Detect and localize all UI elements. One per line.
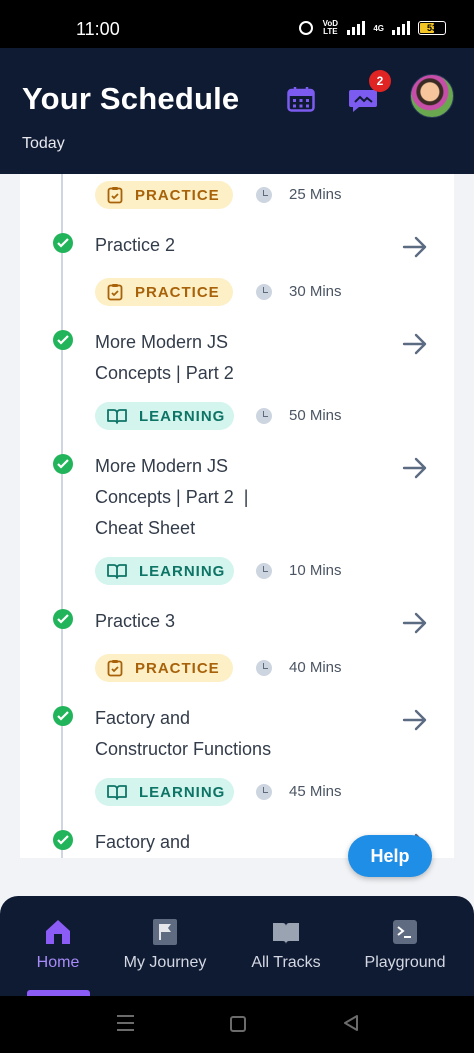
learning-tag: LEARNING (95, 557, 234, 585)
item-title: Factory and Constructor Functions (95, 708, 272, 759)
clock-icon (256, 660, 272, 676)
clock-icon (256, 563, 272, 579)
help-button[interactable]: Help (348, 835, 432, 877)
system-nav-bar (0, 996, 474, 1053)
check-icon (53, 233, 73, 253)
status-bar: 11:00 VoD LTE 4G 53 (0, 0, 474, 48)
clock-icon (256, 187, 272, 203)
signal-icon (347, 21, 366, 35)
tag-label: PRACTICE (135, 186, 220, 204)
practice-tag: PRACTICE (95, 654, 233, 682)
check-icon (53, 706, 73, 726)
recent-apps-icon[interactable] (117, 1015, 134, 1031)
duration: 40 Mins (289, 659, 342, 676)
clock-icon (256, 284, 272, 300)
duration: 10 Mins (289, 562, 342, 579)
duration: 30 Mins (289, 283, 342, 300)
clipboard-icon (107, 660, 123, 677)
item-title: Practice 2 (95, 235, 176, 255)
book-open-icon (107, 785, 127, 800)
terminal-icon (393, 920, 417, 944)
calendar-icon[interactable] (287, 86, 315, 112)
practice-tag: PRACTICE (95, 278, 233, 306)
clipboard-icon (107, 284, 123, 301)
volte-indicator: VoD LTE (322, 19, 339, 36)
network-type: 4G (373, 23, 384, 33)
page-title: Your Schedule (22, 81, 240, 116)
bottom-nav: Home My Journey All Tracks Playground (0, 896, 474, 996)
nav-label: My Journey (123, 954, 207, 971)
clipboard-icon (107, 187, 123, 204)
check-icon (53, 454, 73, 474)
tag-label: LEARNING (139, 562, 226, 580)
avatar[interactable] (410, 74, 454, 118)
nav-item-home[interactable]: Home (18, 896, 98, 996)
practice-tag: PRACTICE (95, 181, 233, 209)
signal-icon-2 (392, 21, 410, 35)
app-header: Your Schedule Today 2 (0, 48, 474, 174)
page-subtitle: Today (22, 135, 65, 152)
learning-tag: LEARNING (95, 402, 234, 430)
tag-label: PRACTICE (135, 283, 220, 301)
nav-label: Home (36, 954, 80, 971)
nav-label: Playground (364, 954, 446, 971)
notification-badge: 2 (369, 70, 391, 92)
alarm-icon (299, 21, 314, 35)
timeline-line (61, 174, 63, 858)
book-icon (273, 923, 299, 944)
home-icon (46, 920, 70, 944)
battery-icon: 53 (418, 21, 446, 35)
arrow-right-icon[interactable] (402, 236, 428, 258)
tag-label: LEARNING (139, 407, 226, 425)
clock-icon (256, 408, 272, 424)
item-title: More Modern JS Concepts | Part 2 (95, 332, 234, 383)
arrow-right-icon[interactable] (402, 709, 428, 731)
check-icon (53, 609, 73, 629)
check-icon (53, 330, 73, 350)
tag-label: PRACTICE (135, 659, 220, 677)
schedule-list[interactable]: PRACTICE 25 Mins Practice 2 PRACTICE 30 … (0, 174, 474, 858)
arrow-right-icon[interactable] (402, 457, 428, 479)
clock-icon (256, 784, 272, 800)
battery-level: 53 (426, 23, 437, 33)
nav-item-my-journey[interactable]: My Journey (110, 896, 220, 996)
nav-item-all-tracks[interactable]: All Tracks (236, 896, 336, 996)
arrow-right-icon[interactable] (402, 333, 428, 355)
duration: 50 Mins (289, 407, 342, 424)
back-icon[interactable] (342, 1014, 360, 1032)
duration: 25 Mins (289, 186, 342, 203)
tag-label: LEARNING (139, 783, 226, 801)
book-open-icon (107, 564, 127, 579)
nav-label: All Tracks (251, 954, 321, 971)
book-open-icon (107, 409, 127, 424)
item-title: Practice 3 (95, 611, 176, 631)
flag-icon (153, 919, 177, 945)
status-time: 11:00 (76, 19, 120, 39)
learning-tag: LEARNING (95, 778, 234, 806)
arrow-right-icon[interactable] (402, 612, 428, 634)
nav-item-playground[interactable]: Playground (352, 896, 458, 996)
check-icon (53, 830, 73, 850)
status-icons: VoD LTE 4G 53 (299, 20, 446, 36)
item-title: More Modern JS Concepts | Part 2 | Cheat S… (95, 456, 249, 538)
duration: 45 Mins (289, 783, 342, 800)
home-button-icon[interactable] (230, 1016, 246, 1032)
